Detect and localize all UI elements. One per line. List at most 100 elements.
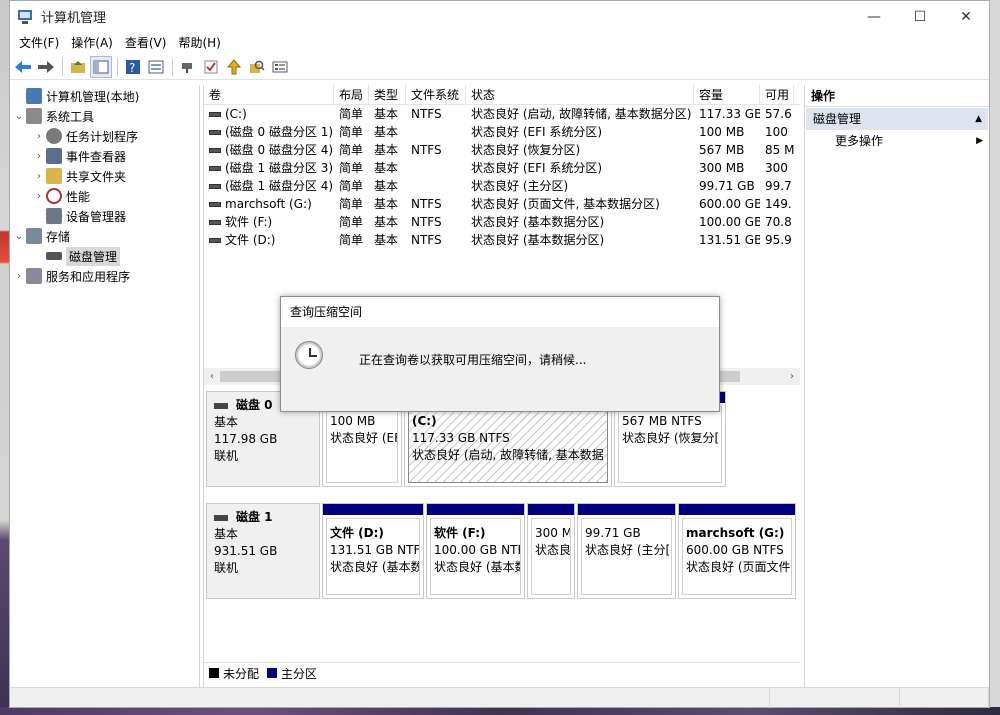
- table-cell: 状态良好 (启动, 故障转储, 基本数据分区): [471, 107, 692, 121]
- dialog-message: 正在查询卷以获取可用压缩空间，请稍候...: [359, 353, 587, 367]
- maximize-button[interactable]: ☐: [897, 1, 943, 32]
- table-row[interactable]: (磁盘 0 磁盘分区 1) 简单 基本 状态良好 (EFI 系统分区) 100 MB 10…: [204, 123, 800, 141]
- table-cell: 状态良好 (基本数据分区): [471, 233, 605, 247]
- back-button[interactable]: [12, 56, 34, 78]
- disk-1-label[interactable]: 磁盘 1 基本 931.51 GB 联机: [206, 503, 320, 599]
- window-title: 计算机管理: [41, 11, 107, 26]
- partition-disk1-primary[interactable]: 99.71 GB 状态良好 (主分[: [577, 503, 676, 599]
- partition-legend: 未分配 主分区: [204, 662, 800, 683]
- scroll-right-icon[interactable]: ›: [784, 368, 800, 385]
- up-folder-button[interactable]: [67, 56, 89, 78]
- partition-disk1-f[interactable]: 软件 (F:) 100.00 GB NTF 状态良好 (基本数: [426, 503, 525, 599]
- table-row[interactable]: (C:) 简单 基本 NTFS 状态良好 (启动, 故障转储, 基本数据分区) 117.3…: [204, 105, 800, 123]
- menu-file[interactable]: 文件(F): [13, 32, 65, 54]
- chevron-right-icon[interactable]: ›: [32, 131, 46, 142]
- arrow-up-button[interactable]: [223, 56, 245, 78]
- title-bar: 计算机管理 — ☐ ✕: [10, 1, 989, 32]
- tree-item-shared-folders[interactable]: › 共享文件夹: [32, 166, 126, 186]
- tree-item-device-manager[interactable]: 设备管理器: [32, 206, 126, 226]
- submenu-arrow-icon: ▶: [976, 136, 983, 146]
- table-cell: 基本: [374, 161, 399, 175]
- chevron-right-icon[interactable]: ›: [32, 151, 46, 162]
- scroll-left-icon[interactable]: ‹: [204, 368, 220, 385]
- column-header-volume[interactable]: 卷: [204, 85, 334, 104]
- tree-item-system-tools[interactable]: ⌄ 系统工具: [12, 106, 94, 126]
- tree-item-performance[interactable]: › 性能: [32, 186, 90, 206]
- table-cell: NTFS: [411, 233, 442, 247]
- drive-icon: [209, 112, 221, 117]
- back-icon: [15, 60, 31, 73]
- table-cell: 基本: [374, 197, 399, 211]
- partition-disk1-d[interactable]: 文件 (D:) 131.51 GB NTFS 状态良好 (基本数: [322, 503, 424, 599]
- toolbar: ?: [10, 54, 989, 80]
- table-cell: marchsoft (G:): [204, 195, 334, 213]
- menu-view[interactable]: 查看(V): [119, 32, 173, 54]
- drive-icon: [209, 148, 221, 153]
- drive-icon: [209, 184, 221, 189]
- search-button[interactable]: [246, 56, 268, 78]
- table-row[interactable]: marchsoft (G:) 简单 基本 NTFS 状态良好 (页面文件, 基本数据分区…: [204, 195, 800, 213]
- chevron-right-icon[interactable]: ›: [32, 191, 46, 202]
- more-actions-item[interactable]: 更多操作 ▶: [805, 130, 989, 152]
- close-button[interactable]: ✕: [943, 1, 989, 32]
- collapse-icon: ▲: [975, 114, 982, 124]
- tree-item-computer-management[interactable]: 计算机管理(本地): [12, 86, 139, 106]
- legend-unallocated: 未分配: [209, 665, 259, 682]
- check-button[interactable]: [200, 56, 222, 78]
- table-cell: 简单: [339, 143, 364, 157]
- tree-item-event-viewer[interactable]: › 事件查看器: [32, 146, 126, 166]
- drive-icon: [209, 238, 221, 243]
- table-cell: (C:): [204, 105, 334, 123]
- table-row[interactable]: 软件 (F:) 简单 基本 NTFS 状态良好 (基本数据分区) 100.00 GB 70.…: [204, 213, 800, 231]
- table-cell: 100 MB: [699, 125, 745, 139]
- table-cell: (磁盘 0 磁盘分区 4): [204, 141, 334, 159]
- column-header-type[interactable]: 类型: [369, 85, 406, 104]
- chevron-right-icon[interactable]: ›: [12, 271, 26, 282]
- tree-item-storage[interactable]: ⌄ 存储: [12, 226, 70, 246]
- column-header-filesystem[interactable]: 文件系统: [406, 85, 466, 104]
- table-cell: 131.51 GB: [699, 233, 760, 247]
- table-row[interactable]: (磁盘 0 磁盘分区 4) 简单 基本 NTFS 状态良好 (恢复分区) 567 MB 85…: [204, 141, 800, 159]
- forward-icon: [38, 60, 54, 73]
- help-button[interactable]: ?: [122, 56, 144, 78]
- table-row[interactable]: 文件 (D:) 简单 基本 NTFS 状态良好 (基本数据分区) 131.51 GB 95.…: [204, 231, 800, 249]
- table-cell: 70.8: [765, 215, 792, 229]
- menu-action[interactable]: 操作(A): [65, 32, 119, 54]
- table-row[interactable]: (磁盘 1 磁盘分区 3) 简单 基本 状态良好 (EFI 系统分区) 300 MB 30…: [204, 159, 800, 177]
- computer-icon: [26, 88, 42, 104]
- column-header-capacity[interactable]: 容量: [694, 85, 760, 104]
- query-shrink-space-dialog: 查询压缩空间 正在查询卷以获取可用压缩空间，请稍候...: [280, 296, 720, 412]
- partition-disk1-efi[interactable]: 300 M 状态良: [527, 503, 575, 599]
- partition-disk1-g[interactable]: marchsoft (G:) 600.00 GB NTFS 状态良好 (页面文件: [678, 503, 796, 599]
- column-header-status[interactable]: 状态: [466, 85, 694, 104]
- connect-button[interactable]: [177, 56, 199, 78]
- table-cell: [406, 159, 466, 177]
- table-cell: 简单: [339, 125, 364, 139]
- table-cell: 300 MB: [699, 161, 745, 175]
- minimize-button[interactable]: —: [851, 1, 897, 32]
- table-row[interactable]: (磁盘 1 磁盘分区 4) 简单 基本 状态良好 (主分区) 99.71 GB 99.7: [204, 177, 800, 195]
- tree-item-services-applications[interactable]: › 服务和应用程序: [12, 266, 130, 286]
- chevron-right-icon[interactable]: ›: [32, 171, 46, 182]
- svg-text:?: ?: [129, 61, 135, 75]
- table-cell: 149.: [765, 197, 792, 211]
- actions-header: 操作: [805, 85, 989, 107]
- tree-item-disk-management[interactable]: 磁盘管理: [32, 246, 121, 266]
- chevron-down-icon[interactable]: ⌄: [12, 231, 26, 242]
- table-cell: 简单: [339, 161, 364, 175]
- list-icon: [272, 61, 288, 72]
- table-cell: 简单: [339, 197, 364, 211]
- column-header-free[interactable]: 可用: [760, 85, 794, 104]
- properties-button[interactable]: [145, 56, 167, 78]
- actions-section-disk-management[interactable]: 磁盘管理 ▲: [806, 108, 988, 130]
- arrow-up-icon: [226, 58, 242, 74]
- drive-icon: [209, 220, 221, 225]
- column-header-layout[interactable]: 布局: [334, 85, 369, 104]
- forward-button[interactable]: [35, 56, 57, 78]
- tree-item-task-scheduler[interactable]: › 任务计划程序: [32, 126, 138, 146]
- chevron-down-icon[interactable]: ⌄: [12, 111, 26, 122]
- volume-table-header: 卷 布局 类型 文件系统 状态 容量 可用: [204, 85, 800, 105]
- menu-help[interactable]: 帮助(H): [172, 32, 226, 54]
- show-tree-button[interactable]: [90, 55, 112, 78]
- list-button[interactable]: [269, 56, 291, 78]
